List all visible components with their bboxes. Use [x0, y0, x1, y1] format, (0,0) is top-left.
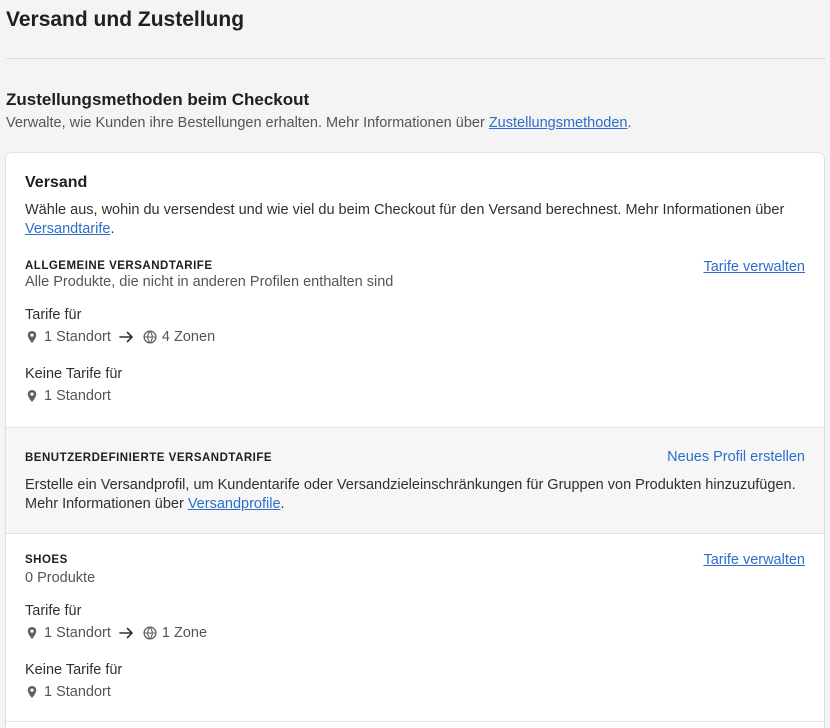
shoes-profile-heading: Shoes	[25, 554, 68, 566]
general-rates-for-label: Tarife für	[25, 307, 82, 323]
custom-rates-description: Erstelle ein Versandprofil, um Kundentar…	[25, 477, 796, 512]
delivery-methods-title: Zustellungsmethoden beim Checkout	[6, 90, 310, 109]
shipping-card-title: Versand	[25, 174, 88, 191]
arrow-right-icon	[119, 626, 135, 640]
location-pin-icon	[25, 330, 39, 344]
create-profile-button[interactable]: Neues Profil erstellen	[667, 449, 805, 465]
manage-shoes-rates-button[interactable]: Tarife verwalten	[703, 552, 805, 568]
shipping-rates-link[interactable]: Versandtarife	[25, 221, 110, 237]
general-no-rates-label: Keine Tarife für	[25, 366, 123, 382]
shipping-card: Versand Wähle aus, wohin du versendest u…	[6, 153, 824, 728]
general-rates-subtitle: Alle Produkte, die nicht in anderen Prof…	[25, 274, 394, 290]
general-no-rates-row: 1 Standort	[25, 388, 111, 404]
shoes-no-rates-label: Keine Tarife für	[25, 662, 123, 678]
arrow-right-icon	[119, 330, 135, 344]
shoes-profile-subtitle: 0 Produkte	[25, 570, 96, 586]
general-rates-row: 1 Standort 4 Zonen	[25, 329, 215, 345]
custom-rates-section: Benutzerdefinierte Versandtarife Neues P…	[6, 427, 824, 534]
shipping-card-description: Wähle aus, wohin du versendest und wie v…	[25, 202, 785, 237]
shoes-rates-row: 1 Standort 1 Zone	[25, 625, 207, 641]
general-rates-heading: Allgemeine Versandtarife	[25, 260, 213, 272]
shoes-rates-locations: 1 Standort	[44, 625, 111, 641]
location-pin-icon	[25, 685, 39, 699]
header-divider	[6, 58, 826, 59]
globe-icon	[143, 330, 157, 344]
delivery-methods-description: Verwalte, wie Kunden ihre Bestellungen e…	[6, 115, 632, 131]
card-bottom-divider	[6, 721, 824, 722]
manage-general-rates-button[interactable]: Tarife verwalten	[703, 259, 805, 275]
shipping-profiles-link[interactable]: Versandprofile	[188, 496, 281, 512]
shoes-rates-zones: 1 Zone	[161, 625, 208, 641]
shoes-no-rates-locations: 1 Standort	[44, 684, 111, 700]
custom-rates-heading: Benutzerdefinierte Versandtarife	[25, 452, 273, 464]
page-title: Versand und Zustellung	[6, 8, 245, 31]
general-rates-zones: 4 Zonen	[161, 329, 216, 345]
location-pin-icon	[25, 626, 39, 640]
delivery-methods-link[interactable]: Zustellungsmethoden	[489, 115, 628, 131]
globe-icon	[143, 626, 157, 640]
shoes-rates-for-label: Tarife für	[25, 603, 82, 619]
general-rates-locations: 1 Standort	[44, 329, 111, 345]
shoes-no-rates-row: 1 Standort	[25, 684, 111, 700]
location-pin-icon	[25, 389, 39, 403]
general-no-rates-locations: 1 Standort	[44, 388, 111, 404]
